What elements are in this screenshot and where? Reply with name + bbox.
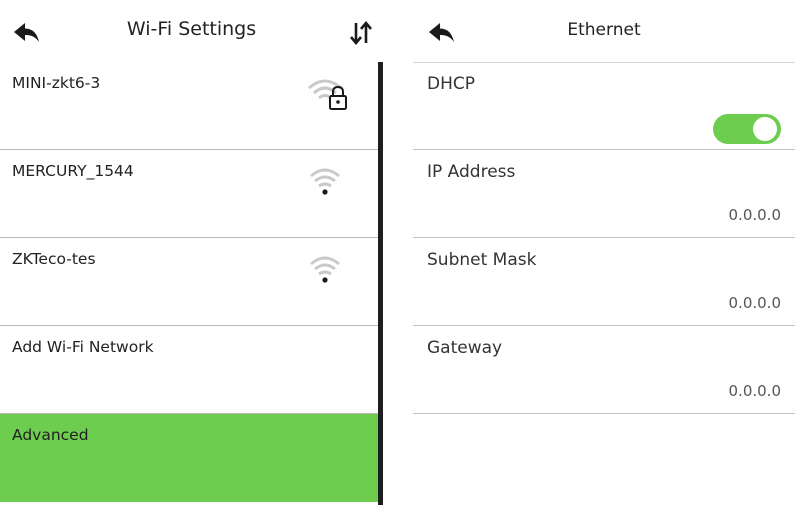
wifi-locked-icon bbox=[308, 79, 347, 110]
back-arrow-icon[interactable] bbox=[427, 22, 457, 44]
dhcp-toggle[interactable] bbox=[713, 114, 781, 144]
gateway-label: Gateway bbox=[427, 338, 503, 358]
page-title: Ethernet bbox=[567, 20, 641, 40]
gateway-value: 0.0.0.0 bbox=[728, 382, 781, 400]
wifi-settings-header: Wi-Fi Settings bbox=[0, 0, 383, 62]
dhcp-item[interactable]: DHCP bbox=[413, 62, 795, 150]
ip-address-label: IP Address bbox=[427, 162, 516, 182]
page-title: Wi-Fi Settings bbox=[126, 18, 257, 40]
ip-address-value: 0.0.0.0 bbox=[728, 206, 781, 224]
add-wifi-network-item[interactable]: Add Wi-Fi Network bbox=[0, 326, 378, 414]
wifi-network-name: ZKTeco-tes bbox=[12, 250, 96, 268]
wifi-settings-screen: Wi-Fi Settings MINI-zkt6-3 MERCURY_1544 bbox=[0, 0, 383, 505]
scrollbar[interactable] bbox=[378, 62, 383, 505]
wifi-network-item[interactable]: ZKTeco-tes bbox=[0, 238, 378, 326]
ip-address-item[interactable]: IP Address 0.0.0.0 bbox=[413, 150, 795, 238]
advanced-label: Advanced bbox=[12, 426, 89, 444]
wifi-network-name: MERCURY_1544 bbox=[12, 162, 134, 180]
wifi-icon bbox=[310, 168, 340, 195]
wifi-network-name: MINI-zkt6-3 bbox=[12, 74, 101, 92]
gateway-item[interactable]: Gateway 0.0.0.0 bbox=[413, 326, 795, 414]
wifi-icon bbox=[310, 256, 340, 283]
wifi-network-item[interactable]: MINI-zkt6-3 bbox=[0, 62, 378, 150]
sort-arrows-icon[interactable] bbox=[349, 20, 373, 46]
ethernet-settings-list: DHCP IP Address 0.0.0.0 Subnet Mask 0.0.… bbox=[413, 62, 795, 414]
dhcp-label: DHCP bbox=[427, 74, 475, 94]
ethernet-header: Ethernet bbox=[413, 0, 795, 62]
wifi-network-item[interactable]: MERCURY_1544 bbox=[0, 150, 378, 238]
subnet-mask-label: Subnet Mask bbox=[427, 250, 537, 270]
back-arrow-icon[interactable] bbox=[12, 22, 42, 44]
ethernet-screen: Ethernet DHCP IP Address 0.0.0.0 Subnet … bbox=[413, 0, 795, 505]
add-wifi-network-label: Add Wi-Fi Network bbox=[12, 338, 154, 356]
toggle-knob bbox=[753, 117, 777, 141]
subnet-mask-item[interactable]: Subnet Mask 0.0.0.0 bbox=[413, 238, 795, 326]
subnet-mask-value: 0.0.0.0 bbox=[728, 294, 781, 312]
wifi-network-list: MINI-zkt6-3 MERCURY_1544 ZKTeco-tes Add … bbox=[0, 62, 378, 502]
advanced-item[interactable]: Advanced bbox=[0, 414, 378, 502]
